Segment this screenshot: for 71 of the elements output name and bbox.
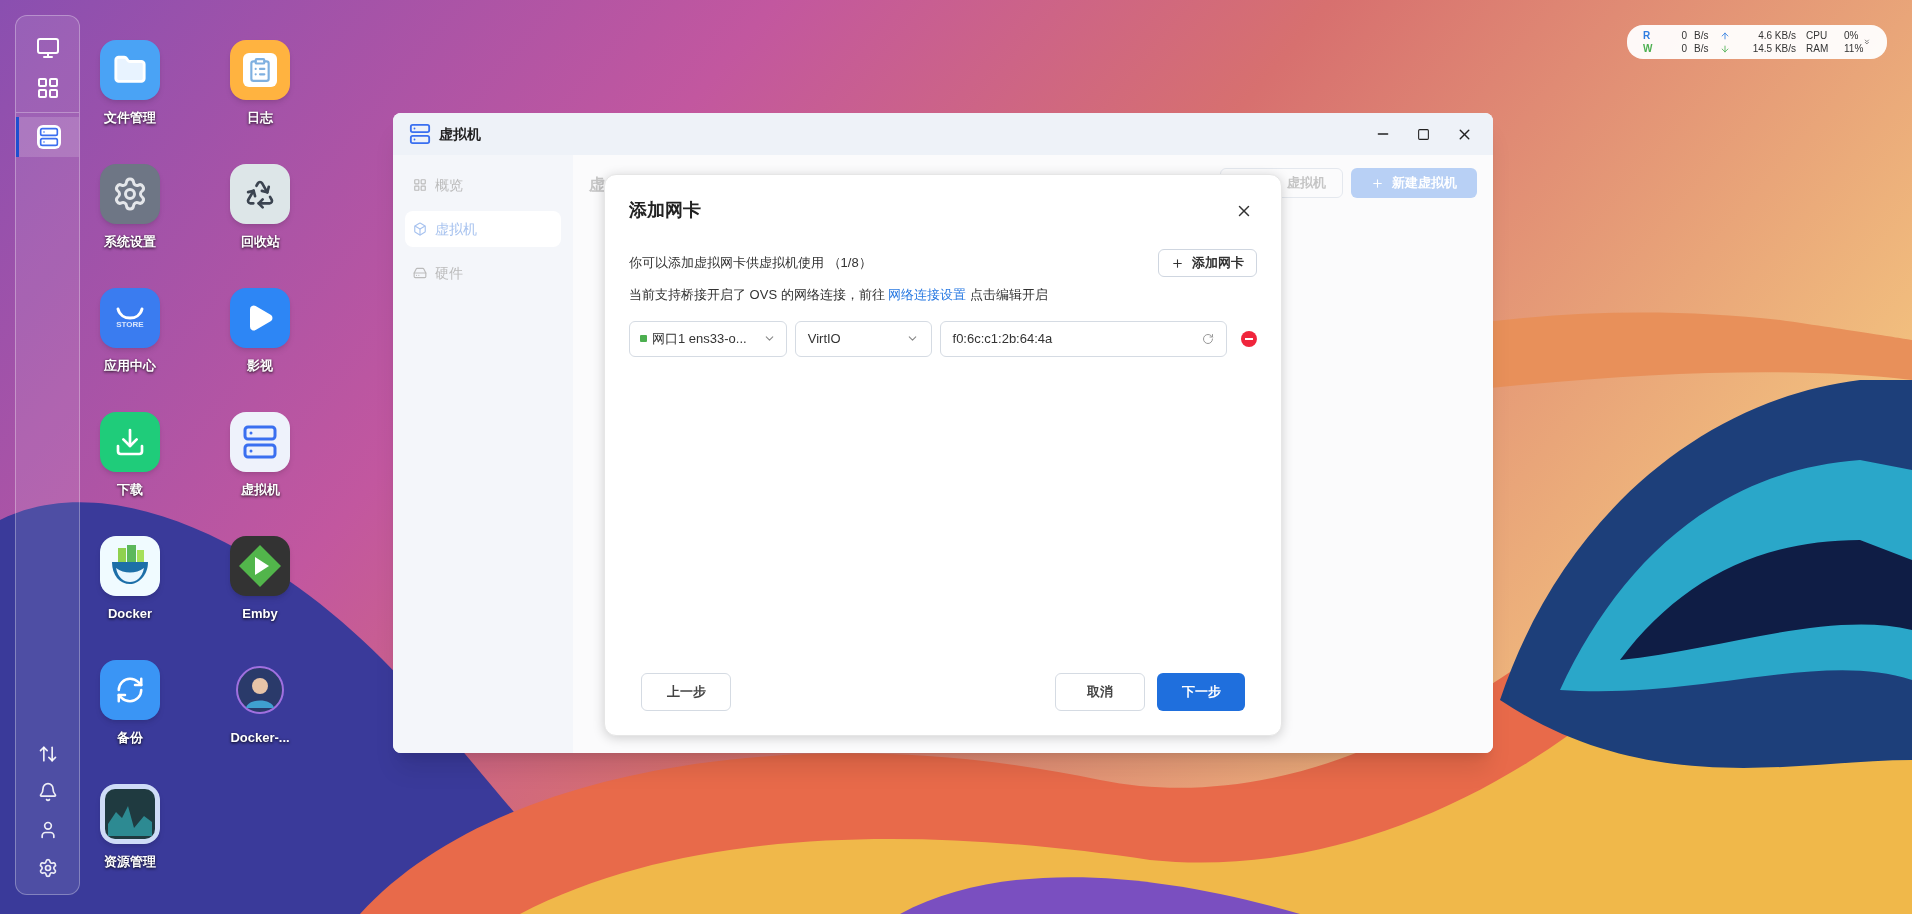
chart-icon [100,784,160,844]
clipboard-icon [230,40,290,100]
server-icon [37,125,61,149]
model-select[interactable]: VirtIO [794,320,932,357]
cube-icon [413,222,427,236]
arrows-icon [37,744,58,764]
desktop-shortcut[interactable]: 日志 [195,40,325,127]
metric-value: 0% [1844,29,1859,42]
folder-icon [100,40,160,100]
desktop-shortcut[interactable]: Docker-... [195,660,325,747]
metric-label: CPU [1806,29,1829,42]
plus-icon [1371,176,1384,190]
plus-icon [1171,256,1184,270]
disk-label: R [1643,29,1652,42]
next-button[interactable]: 下一步 [1157,673,1245,711]
settings-icon [37,858,58,878]
avatar-icon [236,666,284,714]
bell-icon [37,782,58,802]
back-button[interactable]: 上一步 [641,673,731,711]
desktop-shortcut[interactable]: STORE 应用中心 [65,288,195,375]
desktop-shortcut[interactable]: 回收站 [195,164,325,251]
network-speed: 14.5 KB/s [1751,42,1796,55]
whale-icon [100,536,160,596]
upload-icon [1720,30,1730,41]
desktop-shortcut[interactable]: Emby [195,536,325,623]
mac-field[interactable]: f0:6c:c1:2b:64:4a [939,320,1227,357]
add-nic-button[interactable]: 添加网卡 [1158,249,1257,277]
grid-icon [413,178,427,192]
desktop-shortcut[interactable]: 备份 [65,660,195,747]
gear-icon [100,164,160,224]
speed-unit: B/s [1694,29,1710,42]
dock-tool-button[interactable] [37,744,58,764]
app-grid-icon [35,76,60,100]
dock-item[interactable] [16,117,79,157]
cancel-button[interactable]: 取消 [1055,673,1145,711]
desktop-shortcut[interactable]: Docker [65,536,195,623]
play-icon [230,288,290,348]
server-icon [230,412,290,472]
network-speed: 4.6 KB/s [1757,29,1796,42]
desktop-shortcut[interactable]: 文件管理 [65,40,195,127]
desktop-shortcut[interactable]: 系统设置 [65,164,195,251]
desktop-shortcut[interactable]: 下载 [65,412,195,499]
disk-speed: 0 [1680,42,1687,55]
metric-label: RAM [1806,42,1830,55]
server-icon [409,123,431,145]
play-diamond-icon [230,536,290,596]
desktop-shortcut[interactable]: 影视 [195,288,325,375]
recycle-bin-icon [230,164,290,224]
port-select[interactable]: 网口1 ens33-o... [629,320,787,357]
remove-icon[interactable] [1241,330,1257,347]
ovs-note: 当前支持桥接开启了 OVS 的网络连接，前往 网络连接设置 点击编辑开启 [629,286,1049,304]
refresh-icon[interactable] [1202,332,1214,345]
desktop-shortcut[interactable]: 资源管理 [65,784,195,871]
monitor-icon [35,36,60,60]
store-icon: STORE [100,288,160,348]
dock-tool-button[interactable] [37,782,58,802]
desktop-shortcut[interactable]: 虚拟机 [195,412,325,499]
window-title: 虚拟机 [439,124,481,144]
maximize-icon[interactable] [1417,127,1430,141]
dialog-title: 添加网卡 [629,199,701,222]
drive-icon [413,266,427,280]
metric-value: 11% [1844,42,1864,55]
download-icon [100,412,160,472]
network-settings-link[interactable]: 网络连接设置 [888,287,967,302]
speed-unit: B/s [1694,42,1710,55]
dock-tool-button[interactable] [37,858,58,878]
description: 你可以添加虚拟网卡供虚拟机使用 （1/8） [629,254,872,273]
download-icon [1720,43,1730,54]
sync-icon [100,660,160,720]
disk-label: W [1643,42,1654,55]
disk-speed: 0 [1680,29,1687,42]
